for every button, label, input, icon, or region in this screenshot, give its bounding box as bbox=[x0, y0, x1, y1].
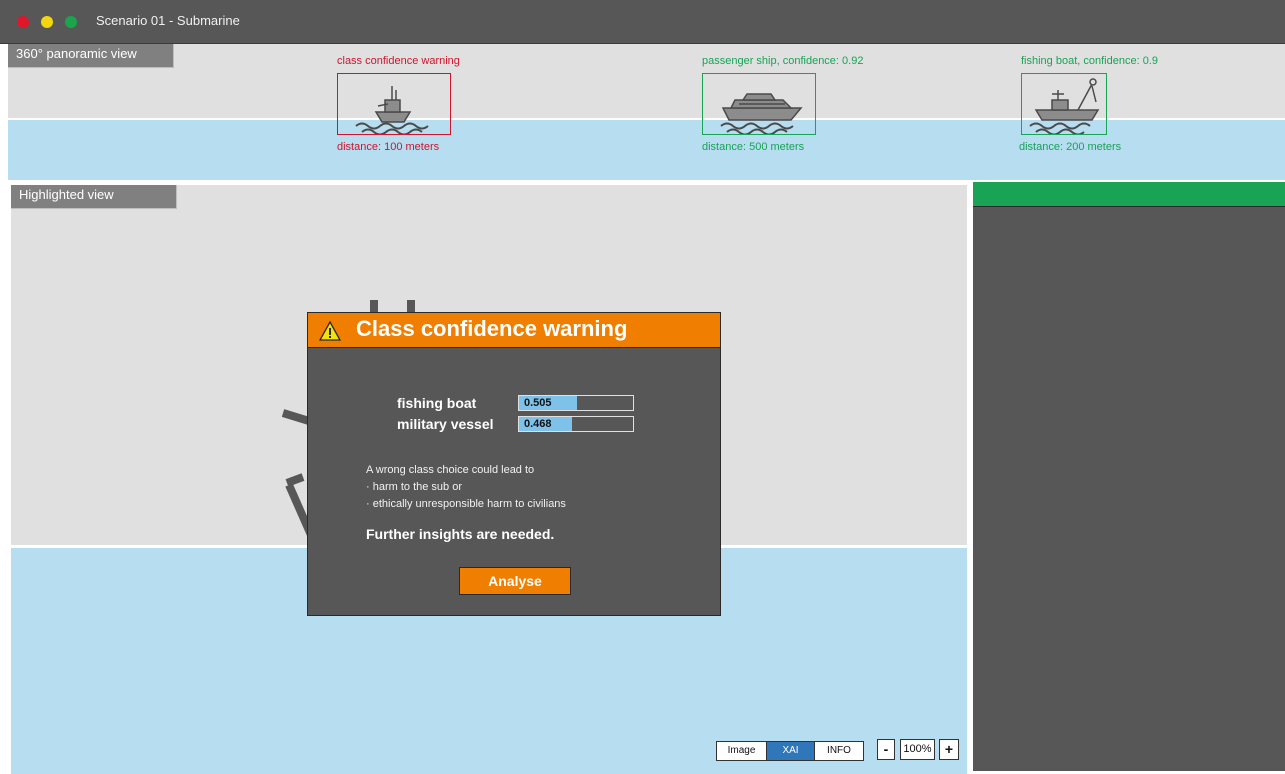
minimize-window-button[interactable] bbox=[41, 16, 53, 28]
class-confidence-dialog: Class confidence warning fishing boat 0.… bbox=[307, 312, 721, 616]
confidence-value: 0.468 bbox=[524, 418, 552, 430]
mode-info-button[interactable]: INFO bbox=[815, 742, 863, 760]
window-titlebar: Scenario 01 - Submarine bbox=[0, 0, 1285, 44]
confidence-value: 0.505 bbox=[524, 397, 552, 409]
detection-box-military[interactable] bbox=[337, 73, 451, 135]
passenger-ship-icon bbox=[720, 93, 803, 134]
dialog-message-line: · ethically unresponsible harm to civili… bbox=[366, 498, 566, 510]
detection-label: class confidence warning bbox=[337, 55, 460, 67]
maximize-window-button[interactable] bbox=[65, 16, 77, 28]
detection-box-fishing[interactable] bbox=[1021, 73, 1107, 135]
zoom-out-button[interactable]: - bbox=[877, 739, 895, 760]
class-name: fishing boat bbox=[397, 395, 477, 411]
warning-icon bbox=[319, 321, 341, 341]
dialog-header: Class confidence warning bbox=[308, 313, 720, 348]
close-window-button[interactable] bbox=[17, 16, 29, 28]
detection-label: passenger ship, confidence: 0.92 bbox=[702, 55, 864, 67]
dialog-emphasis: Further insights are needed. bbox=[366, 526, 555, 542]
dialog-message-line: · harm to the sub or bbox=[366, 481, 462, 493]
detection-box-passenger[interactable] bbox=[702, 73, 816, 135]
dialog-message-line: A wrong class choice could lead to bbox=[366, 464, 535, 476]
class-name: military vessel bbox=[397, 416, 494, 432]
detection-distance: distance: 200 meters bbox=[1019, 141, 1122, 153]
side-panel-header bbox=[973, 182, 1285, 207]
mode-image-button[interactable]: Image bbox=[717, 742, 767, 760]
window-title: Scenario 01 - Submarine bbox=[96, 13, 240, 28]
zoom-in-button[interactable]: + bbox=[939, 739, 959, 760]
analyse-button[interactable]: Analyse bbox=[459, 567, 571, 595]
confidence-bar: 0.505 bbox=[518, 395, 634, 411]
military-vessel-icon bbox=[355, 86, 429, 134]
tab-panoramic-view[interactable]: 360° panoramic view bbox=[8, 44, 174, 68]
mode-xai-button[interactable]: XAI bbox=[767, 742, 815, 760]
side-panel bbox=[973, 182, 1285, 771]
detection-label: fishing boat, confidence: 0.9 bbox=[1021, 55, 1158, 67]
panoramic-view: 360° panoramic view class confidence war… bbox=[8, 44, 1285, 180]
dialog-title: Class confidence warning bbox=[356, 316, 628, 341]
fishing-boat-icon bbox=[1029, 78, 1100, 134]
detection-distance: distance: 500 meters bbox=[702, 141, 805, 153]
tab-highlighted-view[interactable]: Highlighted view bbox=[11, 185, 177, 209]
zoom-level: 100% bbox=[900, 739, 935, 760]
view-mode-switch: Image XAI INFO bbox=[716, 741, 864, 761]
detection-distance: distance: 100 meters bbox=[337, 141, 440, 153]
confidence-bar: 0.468 bbox=[518, 416, 634, 432]
